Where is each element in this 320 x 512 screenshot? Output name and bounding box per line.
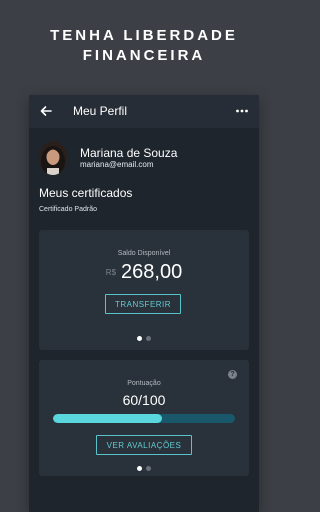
arrow-left-icon[interactable] <box>39 104 53 118</box>
score-pagination <box>39 466 249 471</box>
balance-row: R$ 268,00 <box>39 261 249 284</box>
user-name: Mariana de Souza <box>80 146 178 160</box>
page-dot-2[interactable] <box>146 336 151 341</box>
page-dot-1[interactable] <box>137 466 142 471</box>
help-circle-icon[interactable]: ? <box>228 370 237 379</box>
promo-line-1: TENHA LIBERDADE <box>50 27 238 44</box>
avatar <box>39 141 67 175</box>
certificates-title: Meus certificados <box>39 186 133 200</box>
transfer-button[interactable]: TRANSFERIR <box>105 294 181 314</box>
promo-line-2: FINANCEIRA <box>82 47 206 64</box>
page-dot-1[interactable] <box>137 336 142 341</box>
currency-symbol: R$ <box>105 268 117 277</box>
balance-value: 268,00 <box>121 261 183 283</box>
view-reviews-button[interactable]: VER AVALIAÇÕES <box>96 435 192 455</box>
score-progress-fill <box>53 414 163 423</box>
page-title: Meu Perfil <box>73 104 128 118</box>
promo-heading: TENHA LIBERDADE FINANCEIRA <box>0 26 288 66</box>
balance-pagination <box>39 336 249 341</box>
score-label: Pontuação <box>127 380 161 387</box>
app-bar: Meu Perfil <box>29 95 259 128</box>
balance-card[interactable]: Saldo Disponível R$ 268,00 TRANSFERIR <box>39 230 249 350</box>
user-email: mariana@email.com <box>80 160 154 169</box>
avatar-image <box>39 141 67 175</box>
page-dot-2[interactable] <box>146 466 151 471</box>
score-progress-bar <box>53 414 235 423</box>
more-horizontal-icon[interactable] <box>235 104 249 118</box>
score-card[interactable]: ? Pontuação 60/100 VER AVALIAÇÕES <box>39 360 249 476</box>
phone-screen: Meu Perfil Mariana de Souza mariana@emai… <box>29 95 259 512</box>
balance-label: Saldo Disponível <box>117 250 171 257</box>
score-value: 60/100 <box>122 392 166 408</box>
certificate-selected[interactable]: Certificado Padrão <box>39 206 97 213</box>
